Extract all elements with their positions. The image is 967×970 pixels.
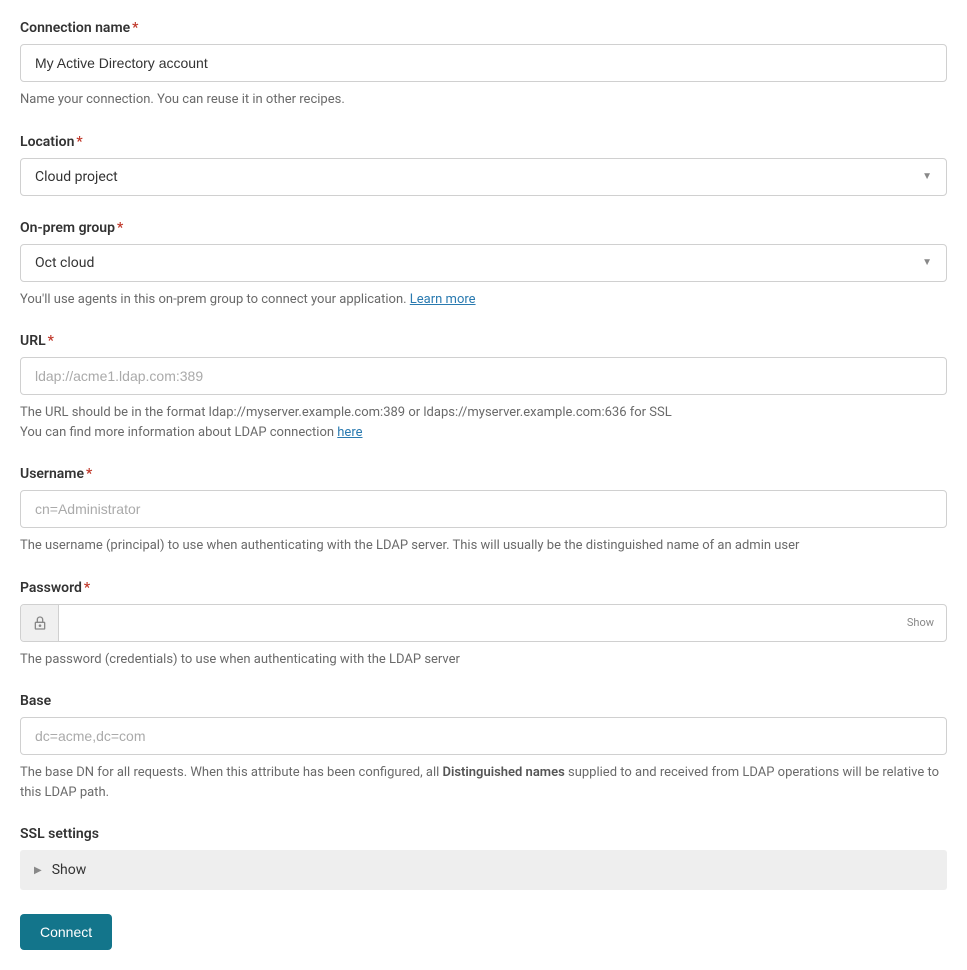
on-prem-group-help: You'll use agents in this on-prem group … [20, 290, 947, 310]
username-help: The username (principal) to use when aut… [20, 536, 947, 556]
on-prem-group-label-text: On-prem group [20, 220, 115, 236]
base-group: Base The base DN for all requests. When … [20, 693, 947, 802]
connection-name-group: Connection name* Name your connection. Y… [20, 20, 947, 110]
required-indicator: * [48, 333, 54, 349]
ssl-settings-label: SSL settings [20, 826, 947, 842]
password-label-text: Password [20, 580, 82, 596]
lock-icon [21, 605, 59, 641]
password-input[interactable] [59, 605, 895, 641]
on-prem-group-select[interactable]: Oct cloud ▼ [20, 244, 947, 282]
url-input[interactable] [20, 357, 947, 395]
connect-button[interactable]: Connect [20, 914, 112, 950]
learn-more-link[interactable]: Learn more [410, 292, 476, 307]
required-indicator: * [132, 20, 138, 36]
ssl-settings-group: SSL settings ▶ Show [20, 826, 947, 890]
url-label: URL* [20, 333, 947, 349]
on-prem-group-group: On-prem group* Oct cloud ▼ You'll use ag… [20, 220, 947, 310]
on-prem-help-text: You'll use agents in this on-prem group … [20, 292, 410, 307]
username-group: Username* The username (principal) to us… [20, 466, 947, 556]
location-label-text: Location [20, 134, 74, 150]
required-indicator: * [76, 134, 82, 150]
base-input[interactable] [20, 717, 947, 755]
password-help: The password (credentials) to use when a… [20, 650, 947, 670]
base-help-prefix: The base DN for all requests. When this … [20, 765, 443, 780]
caret-down-icon: ▼ [922, 257, 932, 268]
password-group: Password* Show The password (credentials… [20, 580, 947, 670]
base-help: The base DN for all requests. When this … [20, 763, 947, 802]
connection-name-input[interactable] [20, 44, 947, 82]
username-label: Username* [20, 466, 947, 482]
url-help: The URL should be in the format ldap://m… [20, 403, 947, 442]
chevron-right-icon: ▶ [34, 865, 42, 876]
location-value: Cloud project [35, 169, 118, 185]
on-prem-group-value: Oct cloud [35, 255, 94, 271]
url-help-line2: You can find more information about LDAP… [20, 423, 947, 443]
required-indicator: * [84, 580, 90, 596]
url-help-line1: The URL should be in the format ldap://m… [20, 403, 947, 423]
connection-name-label: Connection name* [20, 20, 947, 36]
url-help-line2-text: You can find more information about LDAP… [20, 425, 337, 440]
location-select[interactable]: Cloud project ▼ [20, 158, 947, 196]
ssl-show-text: Show [52, 862, 87, 878]
base-help-bold: Distinguished names [443, 765, 565, 780]
required-indicator: * [86, 466, 92, 482]
password-label: Password* [20, 580, 947, 596]
username-label-text: Username [20, 466, 84, 482]
url-label-text: URL [20, 333, 46, 349]
ssl-settings-expand[interactable]: ▶ Show [20, 850, 947, 890]
url-group: URL* The URL should be in the format lda… [20, 333, 947, 442]
connection-name-label-text: Connection name [20, 20, 130, 36]
base-label: Base [20, 693, 947, 709]
password-wrapper: Show [20, 604, 947, 642]
username-input[interactable] [20, 490, 947, 528]
connection-name-help: Name your connection. You can reuse it i… [20, 90, 947, 110]
location-group: Location* Cloud project ▼ [20, 134, 947, 196]
caret-down-icon: ▼ [922, 171, 932, 182]
password-show-toggle[interactable]: Show [895, 605, 946, 641]
required-indicator: * [117, 220, 123, 236]
on-prem-group-label: On-prem group* [20, 220, 947, 236]
base-label-text: Base [20, 693, 51, 709]
here-link[interactable]: here [337, 425, 362, 440]
location-label: Location* [20, 134, 947, 150]
